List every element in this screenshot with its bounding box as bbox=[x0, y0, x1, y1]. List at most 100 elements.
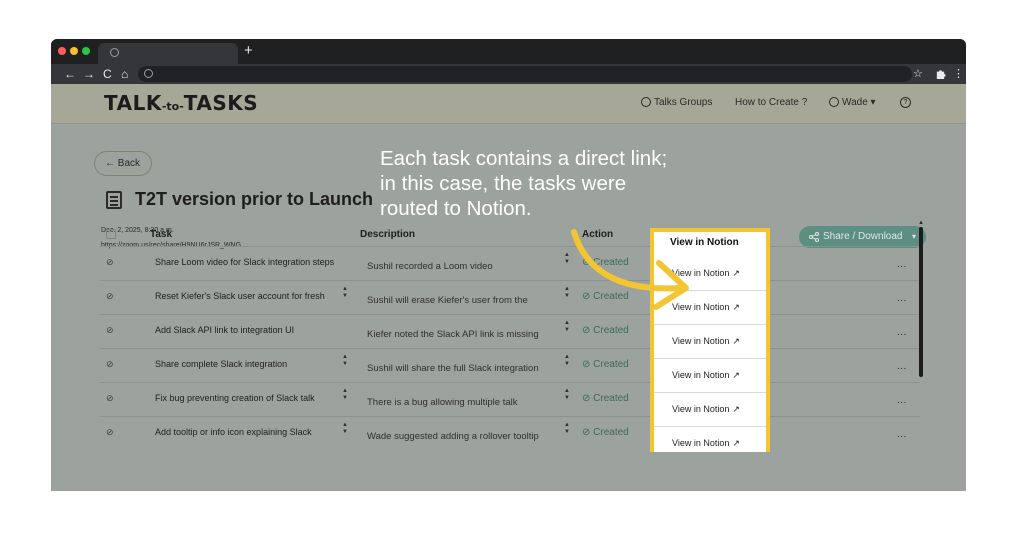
back-arrow-icon: ← bbox=[105, 158, 118, 169]
nav-talks-groups[interactable]: Talks Groups bbox=[641, 97, 712, 108]
annotation-callout: Each task contains a direct link; in thi… bbox=[380, 146, 800, 221]
select-all-checkbox[interactable] bbox=[106, 229, 116, 239]
check-circle-icon[interactable]: ⊘ bbox=[106, 393, 114, 404]
help-icon[interactable]: ? bbox=[900, 97, 911, 108]
row-more-menu[interactable]: ... bbox=[897, 395, 907, 406]
external-link-icon: ↗ bbox=[732, 438, 740, 448]
browser-tab[interactable] bbox=[98, 43, 238, 64]
app-logo[interactable]: TALK-to-TASKS bbox=[104, 91, 258, 115]
action-status-label: Created bbox=[593, 325, 629, 336]
column-header-action[interactable]: Action bbox=[582, 229, 613, 240]
address-bar[interactable] bbox=[138, 66, 912, 82]
forward-arrow-icon[interactable]: → bbox=[83, 66, 95, 82]
logo-text-tasks: TASKS bbox=[183, 91, 259, 115]
external-link-icon: ↗ bbox=[732, 404, 740, 414]
back-button[interactable]: ← Back bbox=[94, 151, 152, 176]
browser-toolbar: ← → C ⌂ ☆ ⋮ bbox=[51, 64, 966, 84]
resize-handle-icon[interactable]: ▲ ▼ bbox=[564, 286, 570, 300]
minimize-window-dot[interactable] bbox=[70, 47, 78, 55]
resize-handle-icon[interactable]: ▲ ▼ bbox=[564, 320, 570, 334]
check-circle-icon[interactable]: ⊘ bbox=[106, 291, 114, 302]
check-circle-icon: ⊘ bbox=[582, 359, 594, 370]
home-icon[interactable]: ⌂ bbox=[121, 66, 128, 82]
resize-handle-icon[interactable]: ▲ ▼ bbox=[342, 422, 348, 436]
view-in-notion-link[interactable]: View in Notion ↗ bbox=[672, 302, 740, 313]
task-title: Add tooltip or info icon explaining Slac… bbox=[155, 427, 312, 437]
table-scrollbar[interactable] bbox=[919, 227, 923, 377]
resize-handle-icon[interactable]: ▲ ▼ bbox=[342, 286, 348, 300]
view-in-notion-cell: View in Notion ↗ bbox=[654, 427, 766, 461]
action-status: ⊘ Created bbox=[582, 393, 629, 404]
row-more-menu[interactable]: ... bbox=[897, 327, 907, 338]
row-more-menu[interactable]: ... bbox=[897, 259, 907, 270]
table-row[interactable]: ⊘ Add tooltip or info icon explaining Sl… bbox=[100, 417, 920, 451]
bookmark-star-icon[interactable]: ☆ bbox=[913, 66, 923, 82]
resize-handle-icon[interactable]: ▲ ▼ bbox=[564, 252, 570, 266]
resize-handle-icon[interactable]: ▲ ▼ bbox=[342, 354, 348, 368]
site-info-icon[interactable] bbox=[144, 69, 153, 78]
external-link-icon: ↗ bbox=[732, 268, 740, 278]
annotation-line: in this case, the tasks were bbox=[380, 172, 627, 195]
view-in-notion-link[interactable]: View in Notion ↗ bbox=[672, 268, 740, 279]
check-circle-icon[interactable]: ⊘ bbox=[106, 359, 114, 370]
annotation-line: routed to Notion. bbox=[380, 197, 532, 220]
action-status: ⊘ Created bbox=[582, 257, 629, 268]
action-status: ⊘ Created bbox=[582, 325, 629, 336]
task-list-icon bbox=[106, 191, 122, 209]
browser-menu-icon[interactable]: ⋮ bbox=[953, 66, 964, 82]
nav-talks-groups-label: Talks Groups bbox=[654, 97, 713, 108]
resize-handle-icon[interactable]: ▲ ▼ bbox=[342, 388, 348, 402]
view-in-notion-cell: View in Notion ↗ bbox=[654, 291, 766, 325]
check-circle-icon[interactable]: ⊘ bbox=[106, 427, 114, 438]
table-row[interactable]: ⊘ Fix bug preventing creation of Slack t… bbox=[100, 383, 920, 417]
table-row[interactable]: ⊘ Reset Kiefer's Slack user account for … bbox=[100, 281, 920, 315]
view-in-notion-label: View in Notion bbox=[672, 336, 730, 346]
user-menu[interactable]: Wade ▾ bbox=[829, 97, 876, 108]
check-circle-icon: ⊘ bbox=[582, 325, 594, 336]
new-tab-button[interactable]: + bbox=[244, 42, 253, 60]
task-description: There is a bug allowing multiple talk bbox=[367, 397, 518, 408]
back-arrow-icon[interactable]: ← bbox=[64, 66, 76, 82]
action-status-label: Created bbox=[593, 427, 629, 438]
reload-icon[interactable]: C bbox=[103, 66, 112, 82]
resize-handle-icon[interactable]: ▲ ▼ bbox=[564, 388, 570, 402]
view-in-notion-cell: View in Notion ↗ bbox=[654, 325, 766, 359]
check-circle-icon[interactable]: ⊘ bbox=[106, 257, 114, 268]
column-header-view-in-notion[interactable]: View in Notion bbox=[670, 237, 739, 248]
page-title: T2T version prior to Launch bbox=[135, 189, 374, 209]
view-in-notion-link[interactable]: View in Notion ↗ bbox=[672, 438, 740, 449]
maximize-window-dot[interactable] bbox=[82, 47, 90, 55]
task-title: Share complete Slack integration bbox=[155, 359, 288, 369]
view-in-notion-link[interactable]: View in Notion ↗ bbox=[672, 404, 740, 415]
row-more-menu[interactable]: ... bbox=[897, 293, 907, 304]
resize-handle-icon[interactable]: ▲ ▼ bbox=[564, 354, 570, 368]
table-row[interactable]: ⊘ Add Slack API link to integration UI K… bbox=[100, 315, 920, 349]
action-status-label: Created bbox=[593, 257, 629, 268]
column-header-description[interactable]: Description bbox=[360, 229, 415, 240]
view-in-notion-label: View in Notion bbox=[672, 438, 730, 448]
table-header: Task Description Action bbox=[100, 222, 920, 247]
column-header-task[interactable]: Task bbox=[150, 229, 172, 240]
external-link-icon: ↗ bbox=[732, 370, 740, 380]
task-description: Kiefer noted the Slack API link is missi… bbox=[367, 329, 539, 340]
check-circle-icon[interactable]: ⊘ bbox=[106, 325, 114, 336]
view-in-notion-link[interactable]: View in Notion ↗ bbox=[672, 336, 740, 347]
task-title: Reset Kiefer's Slack user account for fr… bbox=[155, 291, 325, 301]
close-window-dot[interactable] bbox=[58, 47, 66, 55]
table-row[interactable]: ⊘ Share complete Slack integration ▲ ▼ Su… bbox=[100, 349, 920, 383]
task-description: Wade suggested adding a rollover tooltip bbox=[367, 431, 539, 442]
view-in-notion-highlight: View in Notion View in Notion ↗ View in N… bbox=[650, 228, 770, 452]
nav-how-to-create[interactable]: How to Create ? bbox=[735, 97, 807, 108]
extensions-puzzle-icon[interactable] bbox=[935, 68, 946, 79]
logo-text-to: -to- bbox=[161, 100, 184, 113]
view-in-notion-link[interactable]: View in Notion ↗ bbox=[672, 370, 740, 381]
row-more-menu[interactable]: ... bbox=[897, 361, 907, 372]
row-more-menu[interactable]: ... bbox=[897, 429, 907, 440]
action-status: ⊘ Created bbox=[582, 427, 629, 438]
resize-handle-icon[interactable]: ▲ ▼ bbox=[564, 422, 570, 436]
table-row[interactable]: ⊘ Share Loom video for Slack integration… bbox=[100, 247, 920, 281]
annotation-line: Each task contains a direct link; bbox=[380, 147, 668, 170]
browser-window: + ← → C ⌂ ☆ ⋮ TALK-to-TASKS Talks Groups… bbox=[51, 39, 966, 491]
scroll-up-icon[interactable]: ▲ bbox=[918, 220, 924, 226]
view-in-notion-label: View in Notion bbox=[672, 268, 730, 278]
